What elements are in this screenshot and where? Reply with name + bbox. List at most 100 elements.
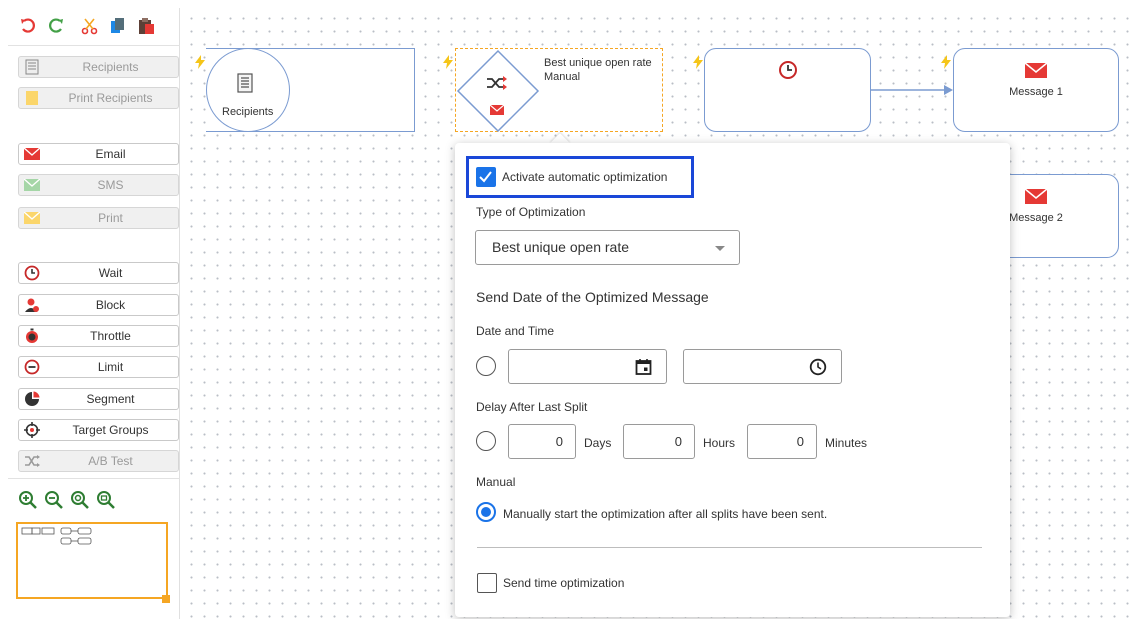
edit-toolbar [18,13,156,39]
palette-wait[interactable]: Wait [18,262,179,284]
zoom-reset-icon[interactable] [70,490,90,510]
document-list-icon [24,59,40,75]
palette-block[interactable]: Block [18,294,179,316]
manual-start-label: Manually start the optimization after al… [503,507,828,521]
document-icon [24,90,40,106]
palette-recipients[interactable]: Recipients [18,56,179,78]
palette-throttle[interactable]: Throttle [18,325,179,347]
envelope-icon [490,105,504,115]
date-input[interactable] [508,349,667,384]
block-person-icon [24,297,40,313]
optimization-type-select[interactable]: Best unique open rate [475,230,740,265]
divider [8,45,180,46]
minutes-label: Minutes [825,436,868,450]
stopwatch-icon [24,328,40,344]
crosshair-icon [24,422,40,438]
date-time-radio[interactable] [476,356,496,376]
send-date-heading: Send Date of the Optimized Message [476,289,709,305]
palette-label: Segment [86,392,135,406]
manual-start-radio[interactable] [476,502,496,522]
palette-label: Limit [97,360,124,374]
palette-print[interactable]: Print [18,207,179,229]
paste-icon[interactable] [136,16,156,36]
palette-label: Wait [98,266,123,280]
minutes-input[interactable]: 0 [747,424,817,459]
calendar-icon[interactable] [635,358,652,375]
document-list-icon [237,73,253,93]
palette-label: Block [95,298,126,312]
clock-icon [779,61,797,79]
connector-arrow [870,85,953,95]
zoom-out-icon[interactable] [44,490,64,510]
ab-test-diamond [456,49,540,133]
zoom-controls [18,490,116,510]
palette-label: Email [95,147,126,161]
envelope-icon [24,177,40,193]
palette-label: Print Recipients [68,91,153,105]
time-input[interactable] [683,349,842,384]
palette-limit[interactable]: Limit [18,356,179,378]
days-label: Days [584,436,612,450]
activate-optimization-label: Activate automatic optimization [502,170,668,184]
clock-icon [24,265,40,281]
checkmark-icon [479,171,492,183]
type-of-optimization-label: Type of Optimization [476,205,586,219]
palette-sms[interactable]: SMS [18,174,179,196]
trigger-bolt-icon [195,55,205,69]
palette-target-groups[interactable]: Target Groups [18,419,179,441]
trigger-bolt-icon [941,55,951,69]
chevron-down-icon [715,246,725,251]
zoom-fit-icon[interactable] [96,490,116,510]
shuffle-icon [487,76,507,90]
trigger-bolt-icon [443,55,453,69]
hours-input[interactable]: 0 [623,424,695,459]
envelope-icon [1025,189,1047,204]
send-time-optimization-checkbox[interactable] [477,573,497,593]
palette-label: Print [98,211,123,225]
clock-icon[interactable] [809,358,827,376]
envelope-icon [1025,63,1047,78]
copy-icon[interactable] [108,16,128,36]
node-label: Message 1 [1009,86,1063,98]
hours-value: 0 [674,434,682,449]
select-value: Best unique open rate [492,239,629,255]
recipients-node-circle[interactable]: Recipients [206,48,290,132]
palette-ab-test[interactable]: A/B Test [18,450,179,472]
zoom-in-icon[interactable] [18,490,38,510]
wait-node[interactable] [704,48,871,132]
palette-email[interactable]: Email [18,143,179,165]
minutes-value: 0 [796,434,804,449]
days-input[interactable]: 0 [508,424,576,459]
trigger-bolt-icon [693,55,703,69]
palette-print-recipients[interactable]: Print Recipients [18,87,179,109]
hours-label: Hours [703,436,736,450]
minimap[interactable] [16,522,168,599]
redo-icon[interactable] [46,16,66,36]
palette-label: Recipients [82,60,139,74]
envelope-icon [24,146,40,162]
date-and-time-label: Date and Time [476,324,555,338]
minimap-preview [21,527,92,545]
minimap-resize-handle[interactable] [162,595,170,603]
node-label: Best unique open rate [544,57,652,69]
divider [477,547,982,548]
node-sublabel: Manual [544,71,581,83]
ab-test-node[interactable]: Best unique open rate Manual [455,48,663,133]
shuffle-icon [24,453,40,469]
palette-label: Target Groups [72,423,149,437]
pie-chart-icon [24,391,40,407]
minus-circle-icon [24,359,40,375]
palette-label: SMS [97,178,124,192]
delay-after-last-split-label: Delay After Last Split [476,400,588,414]
message-1-node[interactable]: Message 1 [953,48,1119,132]
activate-optimization-checkbox[interactable] [476,167,496,187]
undo-icon[interactable] [18,16,38,36]
manual-label: Manual [476,475,516,489]
palette-label: A/B Test [88,454,133,468]
scissors-icon[interactable] [80,16,100,36]
tool-palette: Recipients Print Recipients Email SMS Pr… [8,8,180,619]
delay-radio[interactable] [476,431,496,451]
divider [8,478,180,479]
days-value: 0 [555,434,563,449]
palette-segment[interactable]: Segment [18,388,179,410]
